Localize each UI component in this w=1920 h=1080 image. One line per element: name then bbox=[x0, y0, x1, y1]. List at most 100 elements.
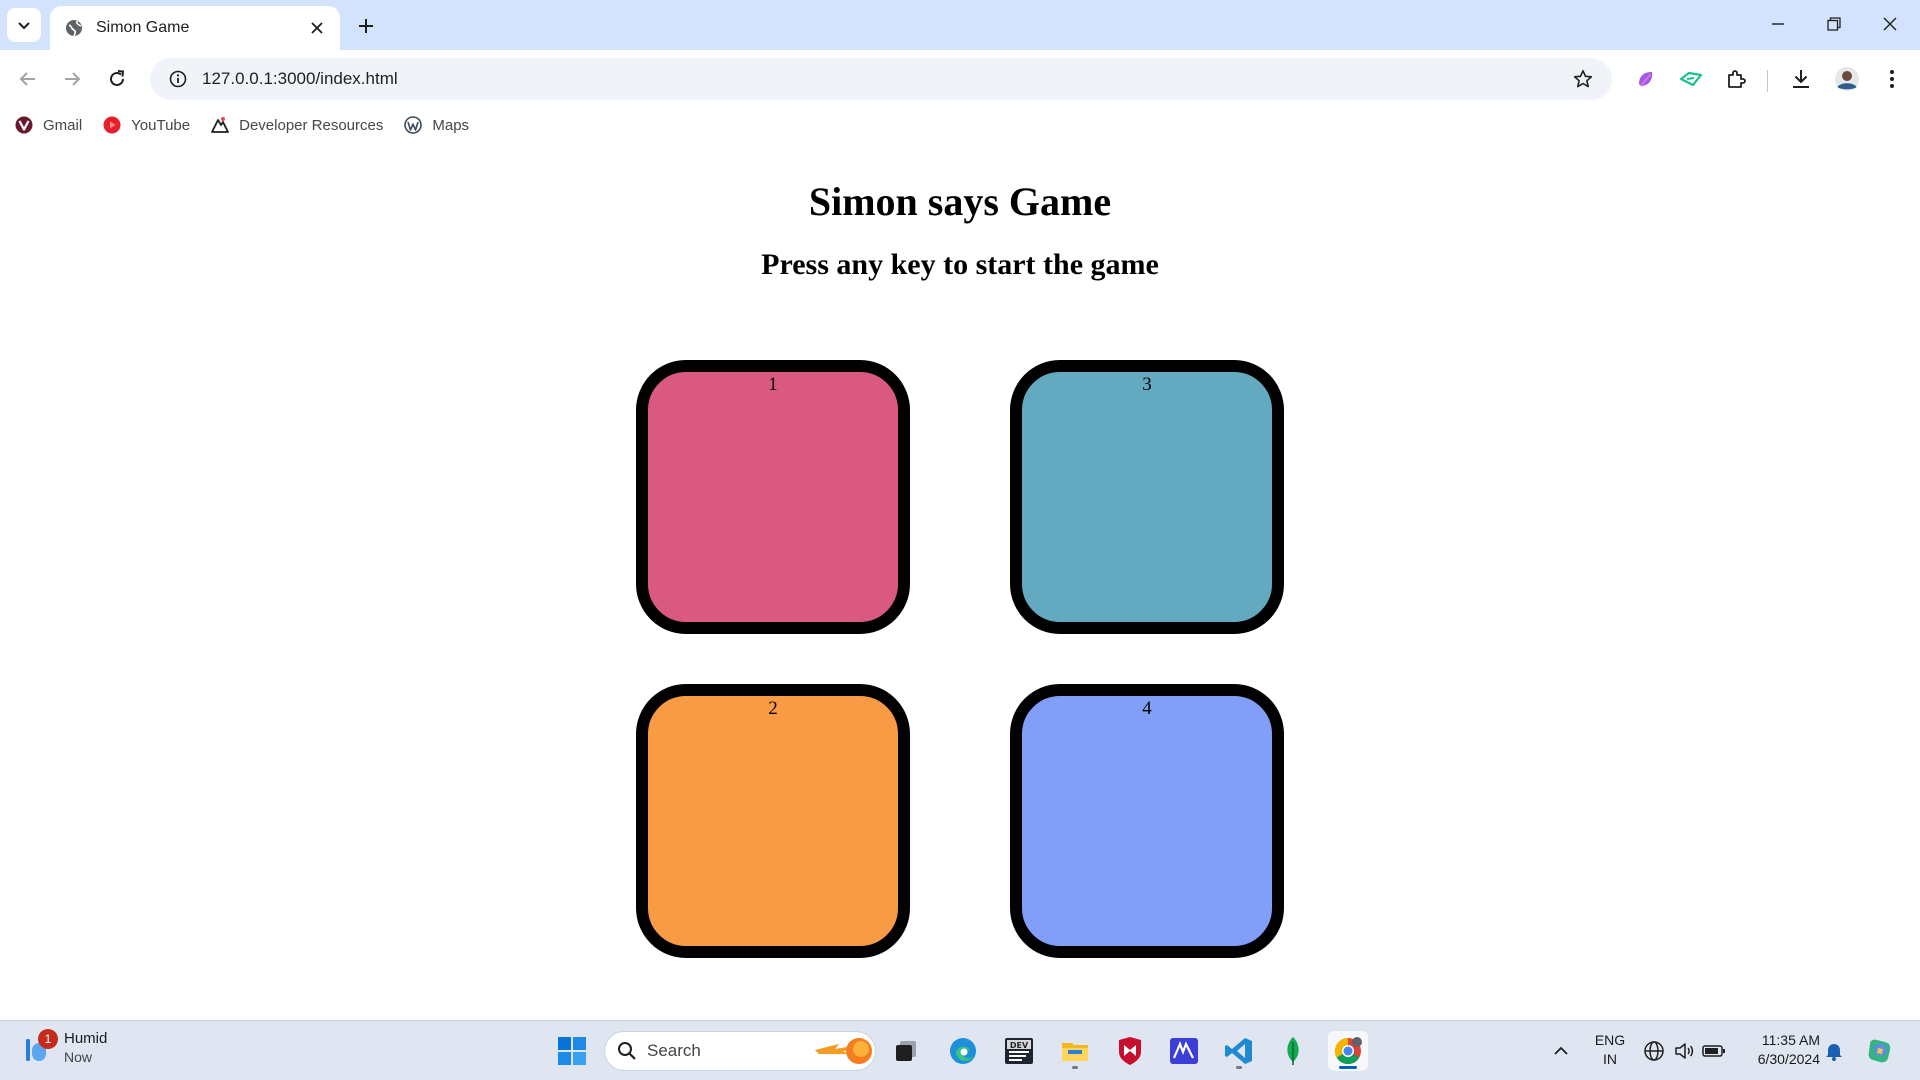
notification-badge: 1 bbox=[38, 1029, 58, 1049]
bookmark-star-icon[interactable] bbox=[1566, 62, 1600, 96]
button-number: 2 bbox=[768, 698, 778, 719]
taskbar-vscode[interactable] bbox=[1219, 1031, 1259, 1071]
svg-text:DEV: DEV bbox=[1010, 1041, 1029, 1050]
taskbar-mcafee[interactable] bbox=[1110, 1031, 1150, 1071]
game-status-text: Press any key to start the game bbox=[761, 248, 1159, 281]
language-region: IN bbox=[1603, 1051, 1617, 1067]
taskbar-search-box[interactable]: Search bbox=[604, 1031, 876, 1071]
reload-button[interactable] bbox=[101, 63, 133, 95]
minimize-icon bbox=[1772, 23, 1784, 25]
button-number: 4 bbox=[1142, 698, 1152, 719]
bookmark-label: YouTube bbox=[131, 116, 191, 134]
folder-icon bbox=[1062, 1043, 1088, 1061]
running-indicator bbox=[1236, 1066, 1242, 1069]
restore-icon bbox=[1827, 17, 1841, 31]
notification-bell-icon[interactable] bbox=[1822, 1039, 1846, 1063]
plus-icon bbox=[359, 19, 373, 33]
simon-button-2[interactable]: 2 bbox=[636, 684, 910, 958]
chevron-down-icon bbox=[18, 22, 30, 30]
profile-avatar[interactable] bbox=[1831, 63, 1863, 95]
browser-tabstrip: Simon Game bbox=[0, 0, 1920, 50]
minimize-button[interactable] bbox=[1750, 6, 1806, 42]
arrow-left-icon bbox=[19, 72, 35, 86]
weather-time: Now bbox=[64, 1049, 93, 1065]
windows-logo-icon bbox=[558, 1037, 586, 1065]
simon-button-4[interactable]: 4 bbox=[1010, 684, 1284, 958]
bookmark-maps[interactable]: Maps bbox=[403, 115, 469, 135]
running-indicator bbox=[1339, 1066, 1357, 1069]
volume-icon[interactable] bbox=[1672, 1039, 1696, 1063]
dev-icon: DEV bbox=[1005, 1038, 1033, 1064]
language-indicator[interactable]: ENG IN bbox=[1592, 1031, 1628, 1069]
reload-icon bbox=[110, 70, 125, 86]
developer-resources-icon bbox=[210, 115, 230, 135]
forward-button[interactable] bbox=[56, 63, 88, 95]
bookmark-label: Gmail bbox=[43, 116, 83, 134]
language-code: ENG bbox=[1594, 1032, 1626, 1048]
taskbar-mongodb[interactable] bbox=[1273, 1031, 1313, 1071]
weather-icon: 1 bbox=[20, 1029, 58, 1065]
edge-icon bbox=[950, 1038, 976, 1064]
search-placeholder: Search bbox=[647, 1041, 701, 1060]
bookmark-youtube[interactable]: YouTube bbox=[102, 115, 190, 135]
button-number: 3 bbox=[1142, 374, 1152, 395]
taskbar-chrome[interactable] bbox=[1328, 1031, 1368, 1071]
close-tab-icon[interactable] bbox=[306, 17, 328, 39]
wordpress-icon bbox=[403, 115, 423, 135]
show-hidden-icons-chevron-up-icon[interactable] bbox=[1549, 1039, 1573, 1063]
battery-icon[interactable] bbox=[1702, 1039, 1726, 1063]
bookmark-label: Maps bbox=[432, 116, 470, 134]
taskbar-dev-app[interactable]: DEV bbox=[999, 1031, 1039, 1071]
back-button[interactable] bbox=[12, 63, 44, 95]
chrome-icon bbox=[1334, 1037, 1362, 1065]
windows-taskbar: 1 Humid Now Search DEV ENG IN 11:35 AM 6… bbox=[0, 1020, 1920, 1080]
extension-purple-icon[interactable] bbox=[1630, 63, 1662, 95]
copilot-icon[interactable] bbox=[1864, 1035, 1896, 1067]
task-view-icon bbox=[896, 1041, 916, 1061]
bookmarks-bar: Gmail YouTube Developer Resources Maps bbox=[0, 108, 1920, 142]
url-text[interactable]: 127.0.0.1:3000/index.html bbox=[202, 69, 1566, 89]
menu-kebab-icon[interactable] bbox=[1876, 63, 1908, 95]
tab-title: Simon Game bbox=[96, 19, 190, 36]
vivaldi-icon bbox=[14, 115, 34, 135]
close-window-button[interactable] bbox=[1862, 6, 1918, 42]
running-indicator bbox=[1072, 1066, 1078, 1069]
button-number: 1 bbox=[768, 374, 778, 395]
bookmark-developer-resources[interactable]: Developer Resources bbox=[210, 115, 383, 135]
weather-widget[interactable]: 1 Humid Now bbox=[20, 1029, 107, 1067]
start-button[interactable] bbox=[552, 1031, 592, 1071]
tab-search-button[interactable] bbox=[7, 8, 41, 42]
network-globe-icon[interactable] bbox=[1642, 1039, 1666, 1063]
restore-button[interactable] bbox=[1806, 6, 1862, 42]
site-info-icon[interactable] bbox=[164, 65, 192, 93]
simon-button-3[interactable]: 3 bbox=[1010, 360, 1284, 634]
page-content: Simon says Game Press any key to start t… bbox=[0, 142, 1920, 1020]
arrow-right-icon bbox=[65, 72, 81, 86]
taskbar-edge[interactable] bbox=[943, 1031, 983, 1071]
tab-simon-game[interactable]: Simon Game bbox=[50, 6, 340, 50]
browser-toolbar: 127.0.0.1:3000/index.html bbox=[0, 50, 1920, 108]
simon-button-1[interactable]: 1 bbox=[636, 360, 910, 634]
mcafee-shield-icon bbox=[1119, 1037, 1141, 1065]
address-bar[interactable]: 127.0.0.1:3000/index.html bbox=[150, 58, 1612, 100]
bookmark-label: Developer Resources bbox=[239, 116, 384, 134]
search-icon bbox=[618, 1042, 636, 1060]
weather-condition: Humid bbox=[64, 1030, 108, 1047]
clock[interactable]: 11:35 AM 6/30/2024 bbox=[1740, 1031, 1820, 1069]
search-highlight-icon bbox=[815, 1038, 872, 1064]
downloads-icon[interactable] bbox=[1785, 63, 1817, 95]
extension-green-icon[interactable] bbox=[1675, 63, 1707, 95]
toolbar-separator bbox=[1767, 70, 1768, 92]
extensions-puzzle-icon[interactable] bbox=[1720, 63, 1752, 95]
vscode-icon bbox=[1225, 1038, 1252, 1064]
math-app-icon bbox=[1170, 1038, 1198, 1064]
new-tab-button[interactable] bbox=[352, 12, 380, 40]
taskbar-file-explorer[interactable] bbox=[1055, 1031, 1095, 1071]
taskbar-task-view[interactable] bbox=[886, 1031, 926, 1071]
clock-time: 11:35 AM bbox=[1761, 1032, 1820, 1048]
taskbar-mathpad[interactable] bbox=[1164, 1031, 1204, 1071]
close-icon bbox=[1883, 17, 1897, 31]
bookmark-gmail[interactable]: Gmail bbox=[14, 115, 82, 135]
mongodb-leaf-icon bbox=[1287, 1037, 1299, 1065]
youtube-icon bbox=[102, 115, 122, 135]
